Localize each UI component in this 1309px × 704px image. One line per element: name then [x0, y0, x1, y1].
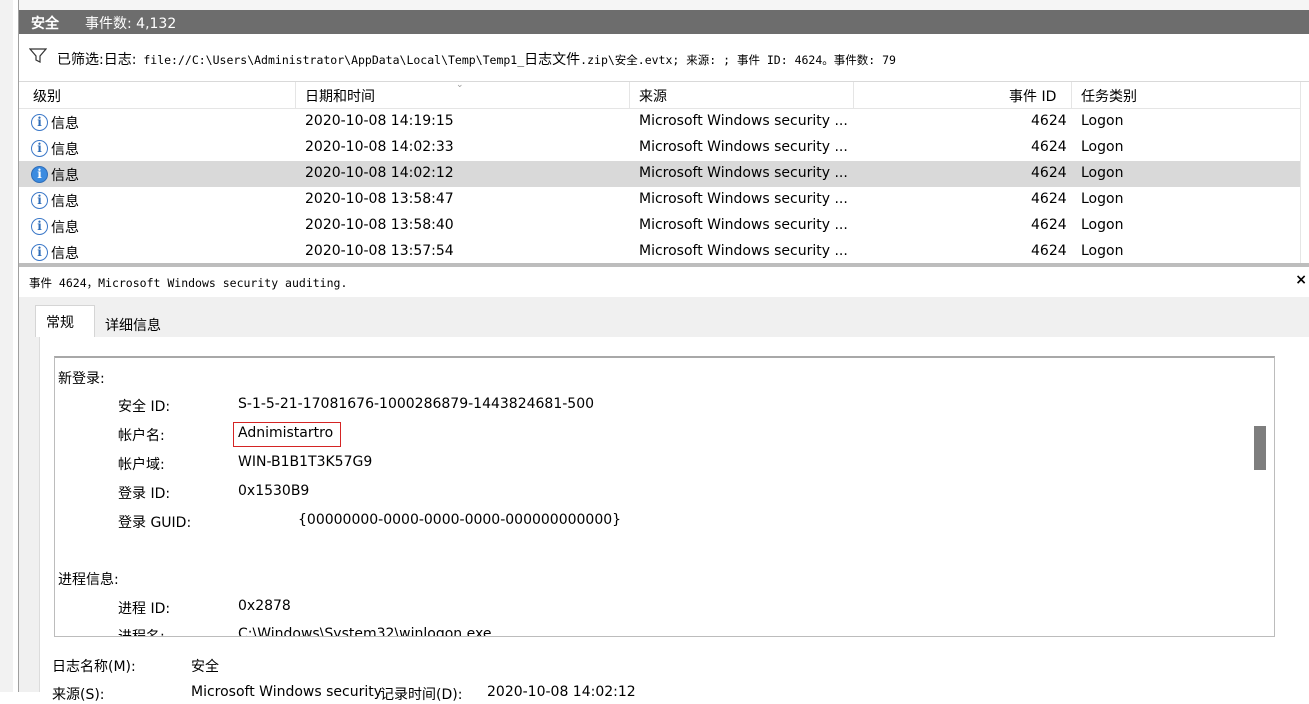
column-separator[interactable] [1071, 82, 1072, 108]
column-separator[interactable] [295, 82, 296, 108]
event-detail-title: 事件 4624，Microsoft Windows security audit… [29, 276, 348, 290]
column-separator[interactable] [853, 82, 854, 108]
row-event-id: 4624 [1031, 165, 1067, 181]
event-description-box[interactable]: 新登录: 安全 ID: S-1-5-21-17081676-1000286879… [54, 356, 1275, 637]
logged-value: 2020-10-08 14:02:12 [487, 684, 636, 700]
column-header-task-category[interactable]: 任务类别 [1081, 86, 1137, 108]
filter-path: file://C:\Users\Administrator\AppData\Lo… [136, 53, 525, 67]
account-name-highlight [233, 422, 341, 447]
event-grid: 级别 日期和时间 ⌄ 来源 事件 ID 任务类别 i 信息 2020-10-08… [19, 82, 1309, 263]
filter-description: 已筛选:日志: file://C:\Users\Administrator\Ap… [57, 49, 896, 69]
row-task: Logon [1081, 243, 1124, 259]
process-id-label: 进程 ID: [118, 601, 171, 617]
source-value: Microsoft Windows security [191, 684, 383, 700]
logon-guid-value: {00000000-0000-0000-0000-000000000000} [298, 512, 622, 528]
account-domain-value: WIN-B1B1T3K57G9 [238, 454, 373, 470]
tab-general[interactable]: 常规 [35, 305, 95, 338]
log-title: 安全 [31, 16, 59, 32]
tab-details-label: 详细信息 [105, 318, 161, 334]
left-pane-edge [0, 0, 14, 692]
row-task: Logon [1081, 139, 1124, 155]
column-header-level[interactable]: 级别 [33, 86, 61, 108]
info-icon: i [31, 114, 48, 131]
column-header-event-id[interactable]: 事件 ID [1009, 86, 1056, 108]
row-event-id: 4624 [1031, 139, 1067, 155]
row-level: 信息 [51, 194, 79, 210]
row-source: Microsoft Windows security ... [639, 191, 848, 207]
row-level: 信息 [51, 116, 79, 132]
info-icon: i [31, 166, 48, 183]
event-detail-header: 事件 4624，Microsoft Windows security audit… [19, 267, 1309, 298]
row-source: Microsoft Windows security ... [639, 243, 848, 259]
column-header-datetime[interactable]: 日期和时间 [305, 86, 375, 108]
row-level: 信息 [51, 142, 79, 158]
row-level: 信息 [51, 220, 79, 236]
event-row[interactable]: i 信息 2020-10-08 13:58:40 Microsoft Windo… [19, 213, 1301, 239]
row-source: Microsoft Windows security ... [639, 217, 848, 233]
row-source: Microsoft Windows security ... [639, 165, 848, 181]
event-row[interactable]: i 信息 2020-10-08 14:19:15 Microsoft Windo… [19, 109, 1301, 135]
filter-prefix: 已筛选:日志: [57, 52, 137, 68]
filter-path-cn: 日志文件 [524, 52, 581, 68]
column-header-source[interactable]: 来源 [639, 86, 667, 108]
filter-path-tail: .zip\安全.evtx; 来源: ; 事件 ID: 4624。事件数: 79 [580, 53, 896, 67]
log-name-value: 安全 [191, 659, 219, 675]
tab-details[interactable]: 详细信息 [105, 305, 183, 337]
process-info-heading: 进程信息: [58, 572, 119, 588]
filter-icon [29, 48, 47, 63]
close-icon[interactable]: × [1295, 272, 1307, 288]
logged-label: 记录时间(D): [380, 687, 463, 703]
event-count: 事件数: 4,132 [85, 16, 177, 32]
row-task: Logon [1081, 191, 1124, 207]
process-name-label: 进程名: [118, 629, 165, 637]
event-row[interactable]: i 信息 2020-10-08 14:02:33 Microsoft Windo… [19, 135, 1301, 161]
row-datetime: 2020-10-08 13:58:47 [305, 191, 454, 207]
process-name-value: C:\Windows\System32\winlogon.exe [238, 626, 492, 637]
security-id-value: S-1-5-21-17081676-1000286879-1443824681-… [238, 396, 595, 412]
row-datetime: 2020-10-08 14:19:15 [305, 113, 454, 129]
row-event-id: 4624 [1031, 217, 1067, 233]
security-id-label: 安全 ID: [118, 399, 171, 415]
source-label: 来源(S): [52, 687, 105, 703]
grid-scrollbar[interactable] [1300, 82, 1309, 263]
row-datetime: 2020-10-08 14:02:33 [305, 139, 454, 155]
row-datetime: 2020-10-08 13:57:54 [305, 243, 454, 259]
grid-header: 级别 日期和时间 ⌄ 来源 事件 ID 任务类别 [19, 82, 1309, 109]
row-task: Logon [1081, 113, 1124, 129]
info-icon: i [31, 218, 48, 235]
account-domain-label: 帐户域: [118, 457, 165, 473]
row-task: Logon [1081, 217, 1124, 233]
new-logon-heading: 新登录: [58, 371, 105, 387]
sort-chevron-icon: ⌄ [456, 82, 464, 90]
info-icon: i [31, 244, 48, 261]
logon-id-label: 登录 ID: [118, 486, 171, 502]
row-level: 信息 [51, 246, 79, 262]
row-event-id: 4624 [1031, 243, 1067, 259]
log-header-bar: 安全 事件数: 4,132 [19, 0, 1309, 34]
process-id-value: 0x2878 [238, 598, 291, 614]
column-separator[interactable] [629, 82, 630, 108]
row-level: 信息 [51, 168, 79, 184]
account-name-label: 帐户名: [118, 428, 165, 444]
row-event-id: 4624 [1031, 191, 1067, 207]
event-row[interactable]: i 信息 2020-10-08 13:58:47 Microsoft Windo… [19, 187, 1301, 213]
filter-bar: 已筛选:日志: file://C:\Users\Administrator\Ap… [19, 34, 1309, 82]
event-row[interactable]: i 信息 2020-10-08 13:57:54 Microsoft Windo… [19, 239, 1301, 263]
row-task: Logon [1081, 165, 1124, 181]
tab-general-label: 常规 [46, 315, 74, 331]
row-source: Microsoft Windows security ... [639, 139, 848, 155]
description-scrollbar-thumb[interactable] [1254, 426, 1266, 470]
info-icon: i [31, 192, 48, 209]
row-event-id: 4624 [1031, 113, 1067, 129]
row-source: Microsoft Windows security ... [639, 113, 848, 129]
row-datetime: 2020-10-08 13:58:40 [305, 217, 454, 233]
logon-guid-label: 登录 GUID: [118, 515, 192, 531]
log-name-label: 日志名称(M): [52, 659, 136, 675]
event-row-selected[interactable]: i 信息 2020-10-08 14:02:12 Microsoft Windo… [19, 161, 1301, 187]
info-icon: i [31, 140, 48, 157]
row-datetime: 2020-10-08 14:02:12 [305, 165, 454, 181]
detail-tab-strip: 常规 详细信息 [19, 297, 1309, 338]
logon-id-value: 0x1530B9 [238, 483, 310, 499]
